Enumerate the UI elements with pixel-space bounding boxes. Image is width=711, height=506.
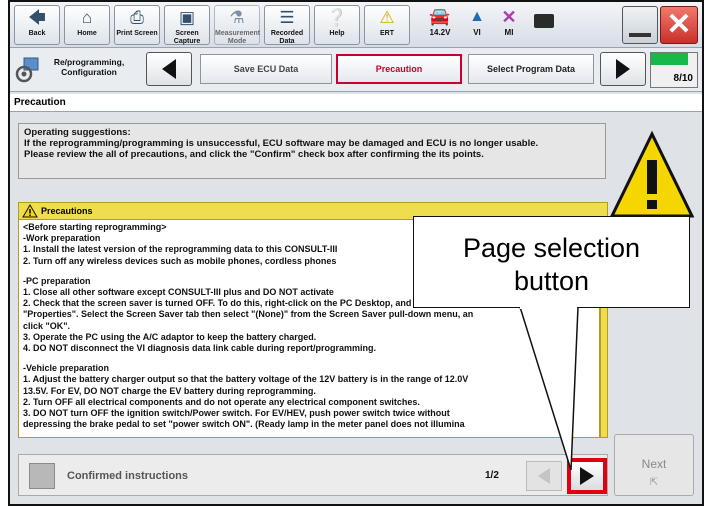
callout-line-1: Page selection	[462, 233, 641, 263]
callout-joint	[520, 306, 577, 309]
callout-line-2: button	[513, 266, 590, 296]
callout-box: Page selection button	[413, 216, 690, 308]
